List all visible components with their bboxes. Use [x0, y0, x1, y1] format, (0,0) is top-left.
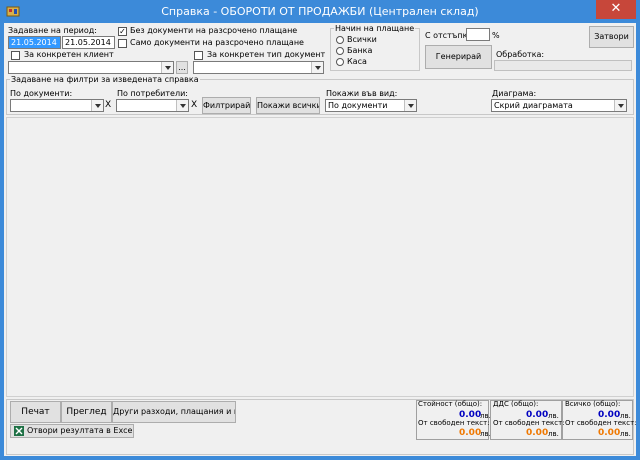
clear-docs-icon[interactable]: X [105, 100, 111, 110]
specific-doctype-checkbox[interactable] [194, 51, 203, 60]
by-docs-label: По документи: [10, 89, 73, 98]
results-area [6, 117, 634, 397]
chart-combo[interactable]: Скрий диаграмата [491, 99, 627, 112]
payment-method-label: Начин на плащане [334, 24, 416, 33]
preview-button[interactable]: Преглед [61, 401, 112, 423]
no-installment-checkbox[interactable]: ✓ [118, 27, 127, 36]
total-value-free-label: От свободен текст: [418, 419, 490, 427]
by-docs-combo[interactable] [10, 99, 104, 112]
filter-section-label: Задаване на филтри за изведената справка [10, 75, 200, 84]
no-installment-label: Без документи на разсрочено плащане [130, 26, 298, 35]
chevron-down-icon [614, 100, 626, 111]
total-all-free-unit: лв. [620, 430, 631, 438]
by-users-label: По потребители: [117, 89, 188, 98]
processing-label: Обработка: [496, 50, 545, 59]
chevron-down-icon [404, 100, 416, 111]
open-excel-button[interactable]: Отвори резултата в Excel [10, 424, 134, 438]
payment-radio-cash[interactable] [336, 58, 344, 66]
total-value-label: Стойност (общо): [418, 400, 483, 408]
excel-icon [14, 426, 24, 436]
total-vat-label: ДДС (общо): [493, 400, 539, 408]
period-label: Задаване на период: [8, 26, 98, 35]
client-area: Задаване на период: 21.05.2014 21.05.201… [4, 23, 637, 456]
open-excel-label: Отвори резултата в Excel [27, 426, 134, 435]
other-expenses-button[interactable]: Други разходи, плащания и приходи [112, 401, 236, 423]
chevron-down-icon [311, 62, 323, 73]
filter-button[interactable]: Филтрирай [202, 97, 251, 114]
chart-value: Скрий диаграмата [494, 101, 573, 110]
chevron-down-icon [161, 62, 173, 73]
chart-label: Диаграма: [492, 89, 537, 98]
client-combo[interactable] [8, 61, 174, 74]
payment-option-bank: Банка [347, 46, 373, 55]
browse-client-button[interactable]: ... [176, 61, 188, 74]
period-to-field[interactable]: 21.05.2014 [62, 36, 115, 49]
chevron-down-icon [176, 100, 188, 111]
by-users-combo[interactable] [116, 99, 189, 112]
clear-users-icon[interactable]: X [191, 100, 197, 110]
specific-doctype-label: За конкретен тип документ [207, 50, 326, 59]
total-vat-free-amount: 0.00 [526, 428, 549, 438]
window-close-button[interactable]: ✕ [596, 0, 636, 19]
total-vat-free-label: От свободен текст: [493, 419, 565, 427]
payment-radio-bank[interactable] [336, 47, 344, 55]
view-label: Покажи във вид: [326, 89, 398, 98]
total-vat-free-unit: лв. [548, 430, 559, 438]
close-button[interactable]: Затвори [589, 26, 634, 48]
total-all-free-label: От свободен текст: [565, 419, 637, 427]
only-installment-label: Само документи на разсрочено плащане [130, 38, 304, 47]
show-all-button[interactable]: Покажи всички [256, 97, 320, 114]
window-title: Справка - ОБОРОТИ ОТ ПРОДАЖБИ (Централен… [161, 5, 479, 18]
period-from-field[interactable]: 21.05.2014 [8, 36, 61, 49]
specific-client-checkbox[interactable] [11, 51, 20, 60]
doctype-combo[interactable] [193, 61, 324, 74]
view-value: По документи [328, 101, 388, 110]
total-value-free-amount: 0.00 [459, 428, 482, 438]
discount-unit: % [492, 31, 500, 40]
chevron-down-icon [91, 100, 103, 111]
view-combo[interactable]: По документи [325, 99, 417, 112]
specific-client-label: За конкретен клиент [24, 50, 114, 59]
total-all-label: Всичко (общо): [565, 400, 621, 408]
only-installment-checkbox[interactable] [118, 39, 127, 48]
payment-option-all: Всички [347, 35, 377, 44]
title-bar: Справка - ОБОРОТИ ОТ ПРОДАЖБИ (Централен… [0, 0, 640, 24]
discount-field[interactable] [466, 28, 490, 41]
processing-progress [494, 60, 632, 71]
generate-button[interactable]: Генерирай [425, 45, 492, 69]
print-button[interactable]: Печат [10, 401, 61, 423]
total-all-free-amount: 0.00 [598, 428, 621, 438]
payment-option-cash: Каса [347, 57, 367, 66]
application-window: Справка - ОБОРОТИ ОТ ПРОДАЖБИ (Централен… [0, 0, 640, 460]
payment-radio-all[interactable] [336, 36, 344, 44]
